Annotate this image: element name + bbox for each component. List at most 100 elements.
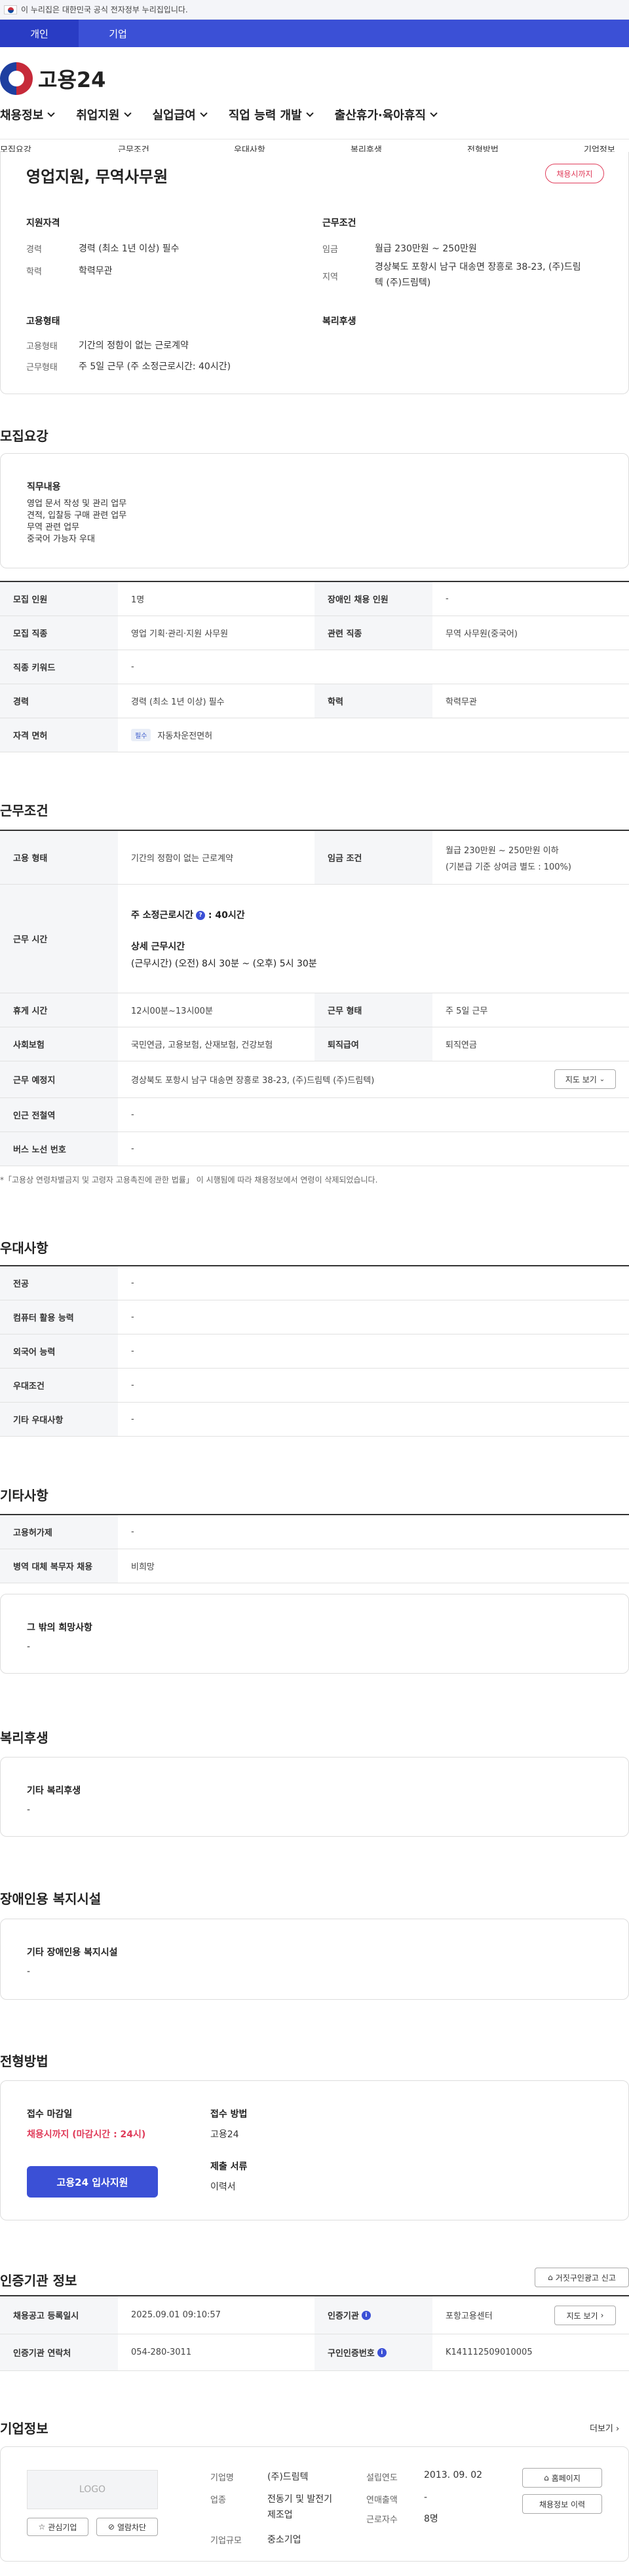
th-preference-conditions: 우대조건 bbox=[0, 1369, 118, 1402]
gnb-item-employment-support[interactable]: 취업지원 bbox=[76, 106, 132, 123]
logo-emblem-icon bbox=[0, 62, 33, 95]
map-view-button[interactable]: 지도 보기 ⌄ bbox=[554, 1069, 616, 1089]
preference-section-title: 우대사항 bbox=[0, 1240, 48, 1256]
table-row: 우대조건 - bbox=[0, 1369, 629, 1403]
deadline-label: 접수 마감일 bbox=[27, 2109, 73, 2120]
recruit-table: 모집 인원 1명 장애인 채용 인원 - 모집 직종 영업 기획·관리·지원 사… bbox=[0, 581, 629, 752]
td-license: 필수 자동차운전면허 bbox=[118, 718, 629, 752]
gnb-label: 출산휴가·육아휴직 bbox=[334, 109, 426, 122]
gnb-item-parental-leave[interactable]: 출산휴가·육아휴직 bbox=[334, 106, 438, 123]
work-form-label: 근무형태 bbox=[26, 363, 58, 373]
site-logo[interactable]: 고용24 bbox=[0, 62, 105, 95]
duty-line: 중국어 가능자 우대 bbox=[27, 534, 95, 544]
company-card: LOGO ☆ 관심기업 ⊘ 열람차단 기업명 (주)드림텍 업종 전동기 및 발전기… bbox=[0, 2446, 629, 2562]
company-more-link[interactable]: 더보기 › bbox=[590, 2421, 619, 2434]
block-view-button[interactable]: ⊘ 열람차단 bbox=[96, 2518, 158, 2536]
apply-button[interactable]: 고용24 입사지원 bbox=[27, 2166, 158, 2198]
industry-value-line2: 제조업 bbox=[267, 2510, 293, 2520]
gnb-item-training[interactable]: 직업 능력 개발 bbox=[228, 106, 314, 123]
employment-type-label: 고용형태 bbox=[26, 342, 58, 352]
info-icon[interactable]: i bbox=[361, 2310, 371, 2320]
company-name-value: (주)드림텍 bbox=[267, 2472, 309, 2482]
wage-line2: (기본급 기준 상여금 별도 : 100%) bbox=[446, 862, 571, 872]
welfare-heading: 복리후생 bbox=[322, 316, 356, 327]
global-nav: 채용정보 취업지원 실업급여 직업 능력 개발 출산휴가·육아휴직 bbox=[0, 106, 459, 123]
chevron-down-icon bbox=[200, 109, 208, 117]
chevron-right-icon: › bbox=[600, 2311, 604, 2320]
home-icon: ⌂ bbox=[548, 2273, 553, 2282]
industry-value-line1: 전동기 및 발전기 bbox=[267, 2494, 333, 2505]
gnb-item-jobs[interactable]: 채용정보 bbox=[0, 106, 55, 123]
td-military-service: 비희망 bbox=[131, 1562, 155, 1572]
welfare-box-title: 기타 복리후생 bbox=[27, 1786, 81, 1796]
conditions-table: 고용 형태 기간의 정함이 없는 근로계약 임금 조건 월급 230만원 ~ 2… bbox=[0, 830, 629, 1166]
td-retirement: 퇴직연금 bbox=[446, 1040, 477, 1050]
report-fake-ad-button[interactable]: ⌂ 거짓구인광고 신고 bbox=[535, 2268, 629, 2287]
interest-company-button[interactable]: ☆ 관심기업 bbox=[27, 2518, 88, 2536]
table-row: 고용허가제 - bbox=[0, 1515, 629, 1549]
wage-line1: 월급 230만원 ~ 250만원 이하 bbox=[446, 845, 559, 856]
th-education: 학력 bbox=[314, 684, 432, 718]
chevron-down-icon bbox=[430, 109, 438, 117]
block-label: 열람차단 bbox=[117, 2522, 147, 2532]
korea-flag-icon bbox=[4, 5, 17, 14]
education-label: 학력 bbox=[26, 267, 42, 277]
docs-label: 제출 서류 bbox=[210, 2162, 248, 2172]
map-button-label: 지도 보기 bbox=[565, 1075, 597, 1084]
th-work-form: 근무 형태 bbox=[314, 993, 432, 1027]
tab-personal[interactable]: 개인 bbox=[0, 20, 79, 47]
th-other-preference: 기타 우대사항 bbox=[0, 1403, 118, 1436]
selection-card: 접수 마감일 채용시까지 (마감시간 : 24시) 고용24 입사지원 접수 방… bbox=[0, 2080, 629, 2220]
homepage-button[interactable]: ⌂ 홈페이지 bbox=[522, 2468, 602, 2488]
user-type-tabs: 개인 기업 bbox=[0, 20, 629, 47]
block-icon: ⊘ bbox=[107, 2522, 115, 2531]
duty-line: 견적, 입찰등 구매 관련 업무 bbox=[27, 511, 127, 521]
duty-line: 무역 관련 업무 bbox=[27, 523, 80, 532]
table-row: 컴퓨터 활용 능력 - bbox=[0, 1300, 629, 1334]
agency-map-button[interactable]: 지도 보기 › bbox=[554, 2306, 616, 2325]
detail-hours-value: (근무시간) (오전) 8시 30분 ~ (오후) 5시 30분 bbox=[131, 958, 317, 969]
table-row: 인증기관 연락처 054-280-3011 구인인증번호 i K141112509… bbox=[0, 2334, 629, 2371]
th-work-time: 근무 시간 bbox=[0, 885, 118, 993]
required-tag: 필수 bbox=[131, 729, 151, 741]
td-computer: - bbox=[131, 1312, 134, 1322]
other-wishes-card: 그 밖의 희망사항 - bbox=[0, 1594, 629, 1674]
td-job-category: 영업 기획·관리·지원 사무원 bbox=[131, 629, 229, 639]
th-wage: 임금 조건 bbox=[314, 831, 432, 884]
tab-company[interactable]: 기업 bbox=[79, 20, 157, 47]
docs-value: 이력서 bbox=[210, 2182, 236, 2192]
td-agency-contact: 054-280-3011 bbox=[131, 2347, 192, 2357]
gnb-label: 직업 능력 개발 bbox=[228, 109, 302, 122]
chevron-down-icon bbox=[305, 109, 314, 117]
info-icon[interactable]: i bbox=[377, 2347, 387, 2357]
th-career: 경력 bbox=[0, 684, 118, 718]
status-badge: 채용시까지 bbox=[545, 164, 604, 183]
info-icon[interactable]: ? bbox=[196, 910, 206, 920]
td-job-keyword: - bbox=[131, 662, 134, 672]
wage-label: 임금 bbox=[322, 245, 338, 255]
job-history-button[interactable]: 채용정보 이력 bbox=[522, 2494, 602, 2514]
other-table: 고용허가제 - 병역 대체 복무자 채용 비희망 bbox=[0, 1514, 629, 1583]
th-license: 자격 면허 bbox=[0, 718, 118, 752]
established-value: 2013. 09. 02 bbox=[424, 2470, 483, 2480]
th-job-category: 모집 직종 bbox=[0, 616, 118, 650]
other-section-title: 기타사항 bbox=[0, 1488, 48, 1503]
table-row: 자격 면허 필수 자동차운전면허 bbox=[0, 718, 629, 752]
th-military-service: 병역 대체 복무자 채용 bbox=[0, 1549, 118, 1583]
gnb-item-unemployment[interactable]: 실업급여 bbox=[153, 106, 208, 123]
cert-table: 채용공고 등록일시 2025.09.01 09:10:57 인증기관 i 포항고용… bbox=[0, 2295, 629, 2371]
td-preference-conditions: - bbox=[131, 1380, 134, 1390]
method-label: 접수 방법 bbox=[210, 2109, 248, 2120]
td-language: - bbox=[131, 1346, 134, 1356]
table-row: 기타 우대사항 - bbox=[0, 1403, 629, 1437]
company-section-title: 기업정보 bbox=[0, 2421, 48, 2437]
th-insurance: 사회보험 bbox=[0, 1027, 118, 1061]
td-work-time: 주 소정근로시간? : 40시간 상세 근무시간 (근무시간) (오전) 8시 … bbox=[118, 885, 629, 993]
table-row: 전공 - bbox=[0, 1266, 629, 1300]
disabled-box-value: - bbox=[27, 1966, 31, 1977]
th-reg-date: 채용공고 등록일시 bbox=[0, 2296, 118, 2334]
conditions-section-title: 근무조건 bbox=[0, 803, 48, 819]
selection-section-title: 전형방법 bbox=[0, 2053, 48, 2069]
td-career: 경력 (최소 1년 이상) 필수 bbox=[131, 697, 225, 707]
th-agency: 인증기관 i bbox=[314, 2296, 432, 2334]
